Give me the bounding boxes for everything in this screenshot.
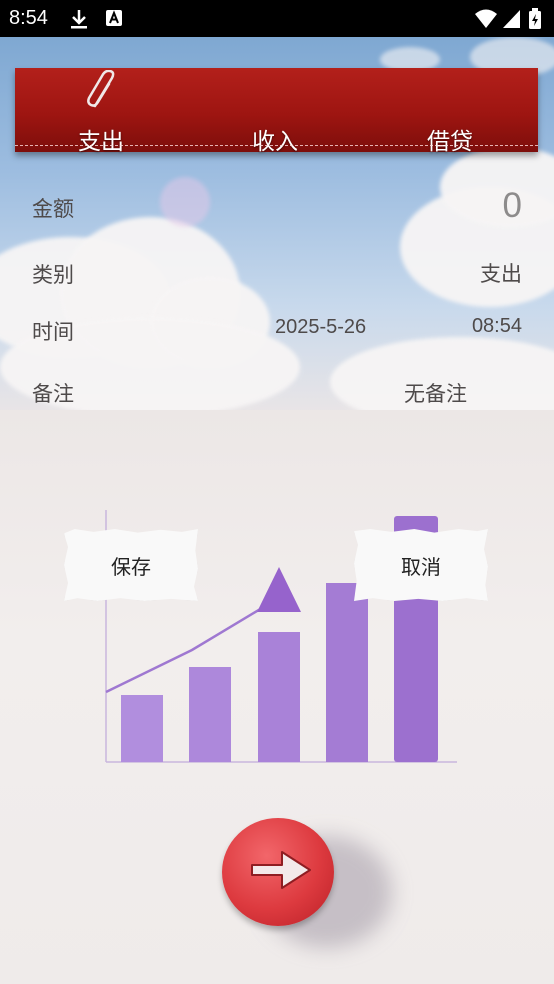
category-label: 类别	[32, 263, 74, 287]
note-label: 备注	[32, 382, 74, 406]
tab-loan[interactable]: 借贷	[427, 122, 473, 156]
type-tab-bar: 支出 收入 借贷	[15, 68, 538, 155]
arrow-right-icon	[251, 851, 311, 889]
stitch-divider	[15, 145, 538, 146]
cancel-button[interactable]: 取消	[354, 529, 488, 601]
paperclip-icon	[85, 69, 119, 114]
next-button[interactable]	[222, 818, 334, 926]
download-icon	[68, 8, 90, 34]
tab-expense[interactable]: 支出	[78, 122, 124, 156]
amount-input[interactable]: 0	[503, 186, 522, 226]
time-picker[interactable]: 08:54	[472, 315, 522, 338]
save-button[interactable]: 保存	[64, 529, 198, 601]
battery-icon	[528, 8, 542, 34]
a-notification-icon	[104, 8, 124, 32]
note-input[interactable]: 无备注	[404, 378, 467, 408]
category-selector[interactable]: 支出	[480, 258, 522, 288]
wifi-icon	[474, 8, 498, 34]
signal-icon	[502, 8, 522, 34]
status-bar: 8:54	[0, 0, 554, 37]
status-time: 8:54	[9, 7, 48, 29]
tab-income[interactable]: 收入	[252, 122, 298, 156]
date-picker[interactable]: 2025-5-26	[275, 316, 366, 339]
time-label: 时间	[32, 320, 74, 344]
amount-label: 金额	[32, 197, 74, 221]
